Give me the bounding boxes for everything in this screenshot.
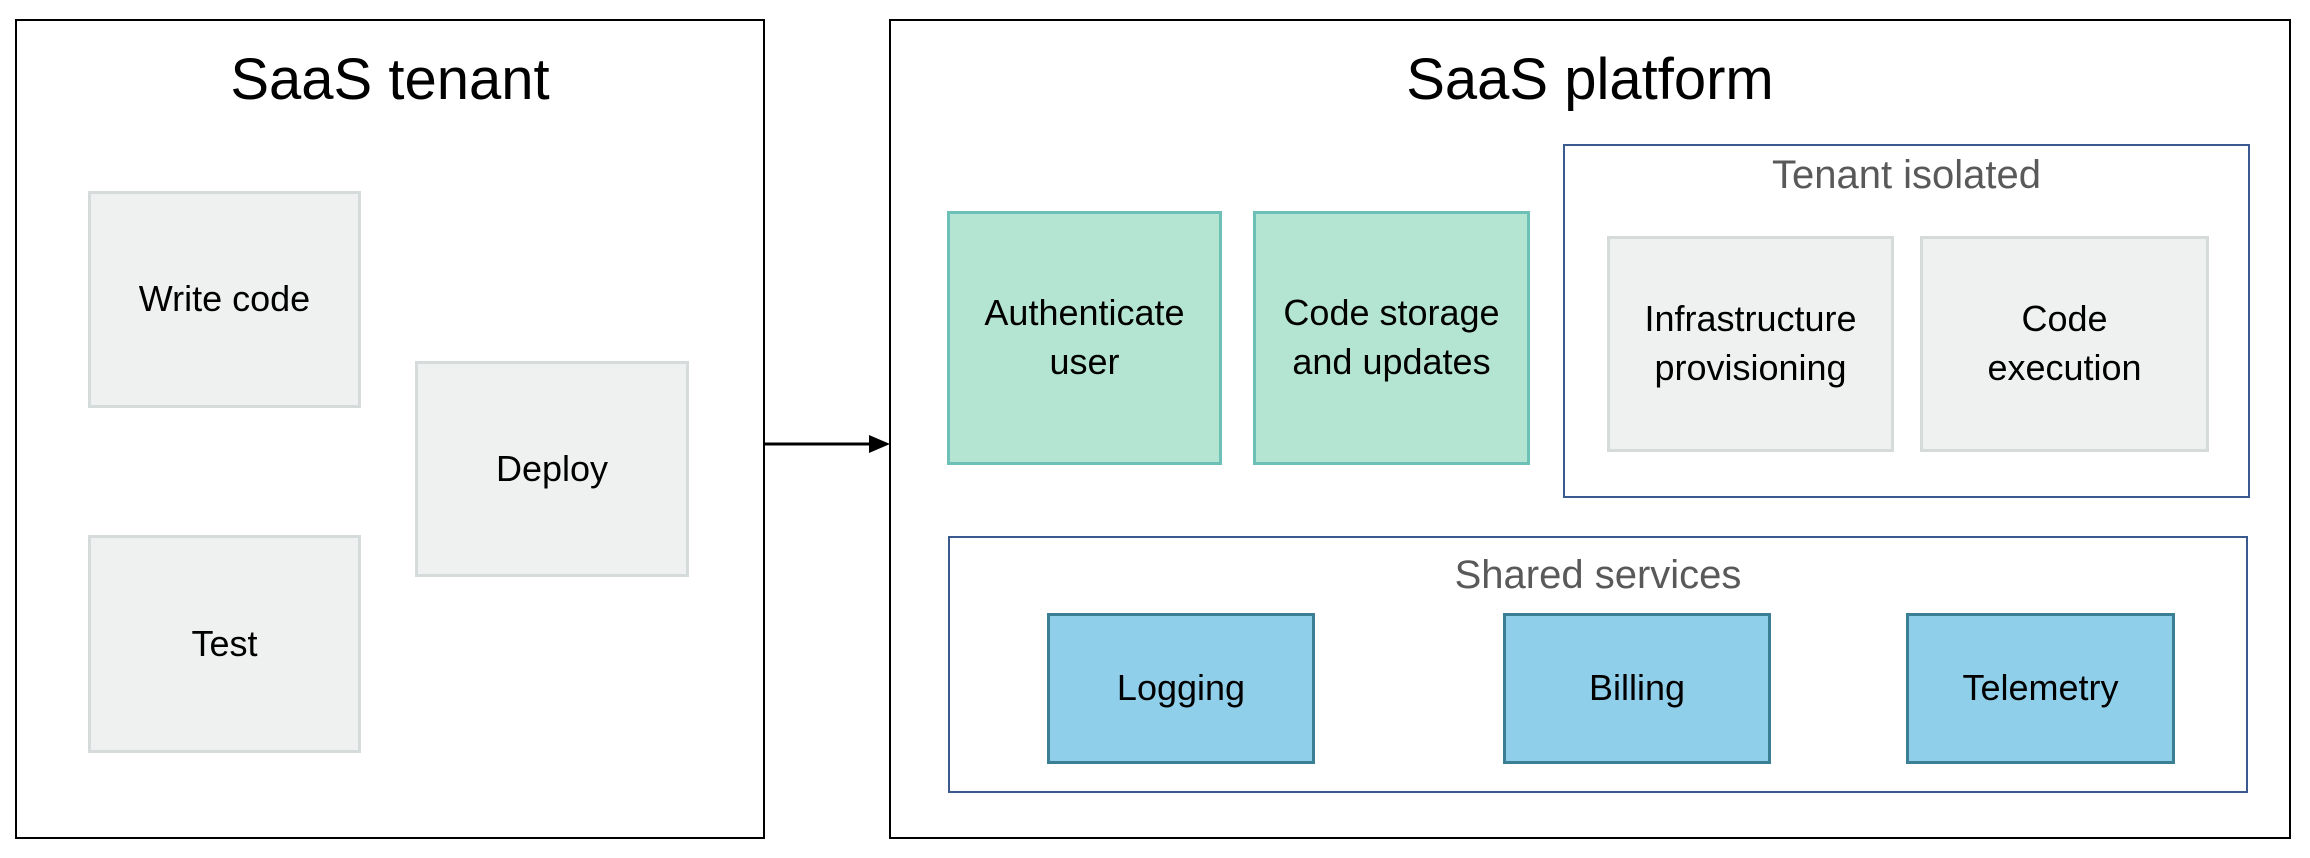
- isolated-infrastructure-provisioning-label: Infrastructure provisioning: [1644, 298, 1857, 388]
- shared-billing-label: Billing: [1588, 667, 1686, 709]
- arrow-head: [869, 435, 890, 453]
- isolated-code-execution-label: Code execution: [1987, 298, 2142, 388]
- step-test-label: Test: [191, 622, 258, 664]
- isolated-infrastructure-provisioning: Infrastructure provisioning: [1607, 236, 1894, 452]
- step-write-code-label: Write code: [138, 278, 311, 320]
- tenant-isolated-title: Tenant isolated: [1771, 153, 2042, 197]
- service-authenticate-user: Authenticate user: [947, 211, 1222, 465]
- step-test: Test: [88, 535, 361, 753]
- shared-telemetry-label: Telemetry: [1962, 667, 2119, 709]
- service-code-storage: Code storage and updates: [1253, 211, 1530, 465]
- saas-platform-title: SaaS platform: [1406, 47, 1774, 112]
- shared-billing: Billing: [1503, 613, 1771, 764]
- step-deploy-label: Deploy: [495, 447, 609, 489]
- service-authenticate-user-label: Authenticate user: [984, 292, 1185, 382]
- shared-logging-label: Logging: [1116, 667, 1246, 709]
- saas-tenant-title: SaaS tenant: [230, 47, 550, 112]
- shared-telemetry: Telemetry: [1906, 613, 2175, 764]
- isolated-code-execution: Code execution: [1920, 236, 2209, 452]
- shared-services-title: Shared services: [1454, 553, 1742, 597]
- service-code-storage-label: Code storage and updates: [1283, 292, 1500, 382]
- shared-logging: Logging: [1047, 613, 1315, 764]
- tenant-to-platform-arrow: [763, 435, 890, 453]
- step-write-code: Write code: [88, 191, 361, 408]
- step-deploy: Deploy: [415, 361, 689, 577]
